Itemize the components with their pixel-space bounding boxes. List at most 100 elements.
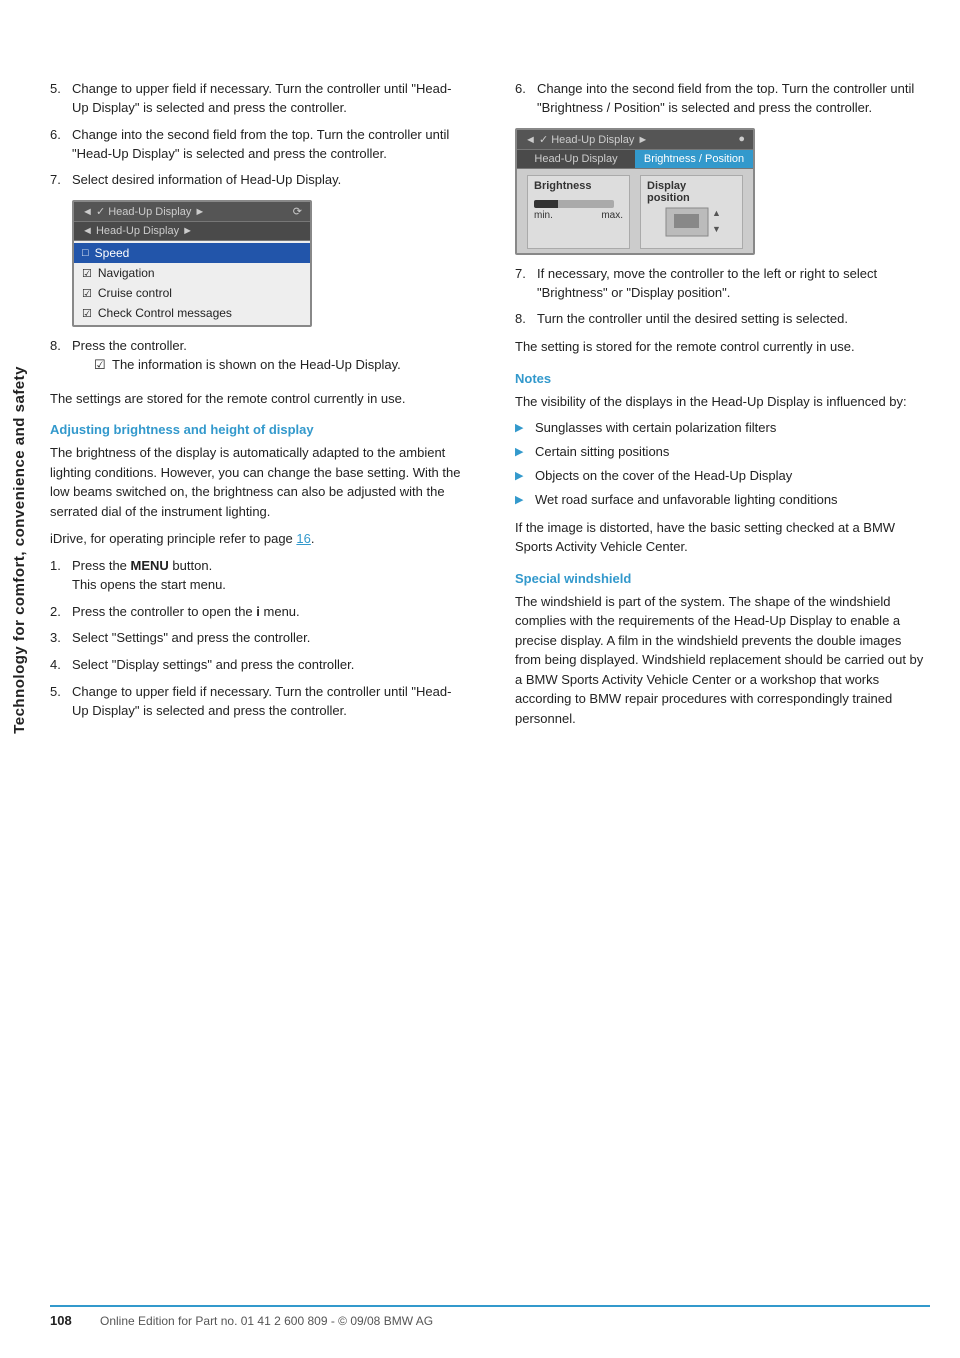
- step-text: Turn the controller until the desired se…: [537, 310, 848, 329]
- footer: 108 Online Edition for Part no. 01 41 2 …: [50, 1305, 930, 1328]
- notes-item-objects: ▶ Objects on the cover of the Head-Up Di…: [515, 467, 930, 486]
- step-text: Change into the second field from the to…: [72, 126, 465, 164]
- hud-cell-brightness: Brightness min. max.: [527, 175, 630, 249]
- hud-item-icon-speed: □: [82, 247, 89, 259]
- step-number: 3.: [50, 629, 72, 648]
- hud-nav-bar: ◄ Head-Up Display ►: [74, 222, 310, 241]
- bullet-icon: ▶: [515, 469, 531, 485]
- notes-heading: Notes: [515, 371, 930, 386]
- hud-item-cruise: ☑ Cruise control: [74, 283, 310, 303]
- hud-item-label-check-control: Check Control messages: [98, 306, 232, 320]
- step-5-top: 5. Change to upper field if necessary. T…: [50, 80, 465, 118]
- hud-right-cells-row: Brightness min. max. Displayposition: [527, 175, 743, 249]
- hud-nav-bar-text: ◄ Head-Up Display ►: [82, 225, 193, 237]
- step-text: Change to upper field if necessary. Turn…: [72, 683, 465, 721]
- step-number: 7.: [50, 171, 72, 190]
- hud-item-label-cruise: Cruise control: [98, 286, 172, 300]
- hud-right-topbar-text: ◄ ✓ Head-Up Display ►: [525, 133, 648, 146]
- svg-text:▼: ▼: [712, 224, 719, 234]
- hud-ui-mockup-left: ◄ ✓ Head-Up Display ► ⟳ ◄ Head-Up Displa…: [72, 200, 312, 327]
- note-after-step8: The settings are stored for the remote c…: [50, 389, 465, 409]
- step-text: Select "Display settings" and press the …: [72, 656, 354, 675]
- step-number: 5.: [50, 80, 72, 118]
- cell-label-brightness: Brightness: [534, 180, 623, 192]
- step-number: 7.: [515, 265, 537, 303]
- footer-copyright-text: Online Edition for Part no. 01 41 2 600 …: [100, 1314, 433, 1328]
- step-8-substep: ☑ The information is shown on the Head-U…: [94, 356, 401, 375]
- step-number: 8.: [50, 337, 72, 381]
- step-text: Change into the second field from the to…: [537, 80, 930, 118]
- slider-label-max: max.: [601, 210, 623, 221]
- step-text: Press the controller to open the i menu.: [72, 603, 300, 622]
- hud-item-speed: □ Speed: [74, 243, 310, 263]
- step-text: Select "Settings" and press the controll…: [72, 629, 310, 648]
- hud-right-body: Brightness min. max. Displayposition: [517, 169, 753, 253]
- sidebar-label: Technology for comfort, convenience and …: [0, 100, 38, 1000]
- bullet-icon: ▶: [515, 493, 531, 509]
- step-8-right: 8. Turn the controller until the desired…: [515, 310, 930, 329]
- svg-text:▲: ▲: [712, 208, 719, 218]
- hud-item-icon-navigation: ☑: [82, 267, 92, 280]
- hud-item-icon-cruise: ☑: [82, 287, 92, 300]
- step-1-bottom: 1. Press the MENU button.This opens the …: [50, 557, 465, 595]
- hud-tab-row: Head-Up Display Brightness / Position: [517, 150, 753, 169]
- step-8-left: 8. Press the controller. ☑ The informati…: [50, 337, 465, 381]
- hud-item-icon-check-control: ☑: [82, 307, 92, 320]
- step-text: Press the controller.: [72, 338, 187, 353]
- step-number: 2.: [50, 603, 72, 622]
- step-number: 6.: [515, 80, 537, 118]
- step-6-right: 6. Change into the second field from the…: [515, 80, 930, 118]
- hud-top-bar-icon: ⟳: [293, 205, 302, 218]
- hud-right-topbar-icon: ●: [738, 133, 745, 145]
- notes-intro: The visibility of the displays in the He…: [515, 392, 930, 412]
- notes-item-wet: ▶ Wet road surface and unfavorable light…: [515, 491, 930, 510]
- main-content: 5. Change to upper field if necessary. T…: [50, 80, 930, 736]
- footer-page-number: 108: [50, 1313, 90, 1328]
- step-number: 1.: [50, 557, 72, 595]
- hud-top-bar: ◄ ✓ Head-Up Display ► ⟳: [74, 202, 310, 222]
- distorted-note: If the image is distorted, have the basi…: [515, 518, 930, 557]
- notes-item-text: Sunglasses with certain polarization fil…: [535, 419, 776, 438]
- page-link[interactable]: 16: [296, 531, 310, 546]
- brightness-slider: [534, 200, 614, 208]
- step-number: 6.: [50, 126, 72, 164]
- step-text: Select desired information of Head-Up Di…: [72, 171, 341, 190]
- step-text: Change to upper field if necessary. Turn…: [72, 80, 465, 118]
- notes-item-text: Objects on the cover of the Head-Up Disp…: [535, 467, 792, 486]
- special-windshield-heading: Special windshield: [515, 571, 930, 586]
- step-number: 8.: [515, 310, 537, 329]
- brightness-body: The brightness of the display is automat…: [50, 443, 465, 521]
- step-number: 5.: [50, 683, 72, 721]
- hud-item-navigation: ☑ Navigation: [74, 263, 310, 283]
- step-3-bottom: 3. Select "Settings" and press the contr…: [50, 629, 465, 648]
- slider-labels: min. max.: [534, 210, 623, 221]
- hud-ui-mockup-right: ◄ ✓ Head-Up Display ► ● Head-Up Display …: [515, 128, 755, 255]
- sidebar-text-content: Technology for comfort, convenience and …: [11, 366, 28, 734]
- hud-tab-brightness-pos: Brightness / Position: [635, 150, 753, 168]
- step-4-bottom: 4. Select "Display settings" and press t…: [50, 656, 465, 675]
- notes-item-text: Wet road surface and unfavorable lightin…: [535, 491, 838, 510]
- step-text: Press the MENU button.This opens the sta…: [72, 557, 226, 595]
- idrive-reference: iDrive, for operating principle refer to…: [50, 529, 465, 549]
- bullet-icon: ▶: [515, 445, 531, 461]
- hud-items-list: □ Speed ☑ Navigation ☑ Cruise control: [74, 241, 310, 325]
- hud-item-label-navigation: Navigation: [98, 266, 155, 280]
- notes-list: ▶ Sunglasses with certain polarization f…: [515, 419, 930, 509]
- checkmark-icon: ☑: [94, 356, 112, 375]
- step-5-bottom: 5. Change to upper field if necessary. T…: [50, 683, 465, 721]
- bullet-icon: ▶: [515, 421, 531, 437]
- left-column: 5. Change to upper field if necessary. T…: [50, 80, 475, 736]
- step-text: If necessary, move the controller to the…: [537, 265, 930, 303]
- step-number: 4.: [50, 656, 72, 675]
- notes-item-sunglasses: ▶ Sunglasses with certain polarization f…: [515, 419, 930, 438]
- two-column-layout: 5. Change to upper field if necessary. T…: [50, 80, 930, 736]
- step-7-top: 7. Select desired information of Head-Up…: [50, 171, 465, 190]
- note-stored-right: The setting is stored for the remote con…: [515, 337, 930, 357]
- special-windshield-text: The windshield is part of the system. Th…: [515, 592, 930, 729]
- hud-item-check-control: ☑ Check Control messages: [74, 303, 310, 323]
- section-heading-brightness: Adjusting brightness and height of displ…: [50, 422, 465, 437]
- step-2-bottom: 2. Press the controller to open the i me…: [50, 603, 465, 622]
- cell-label-display-position: Displayposition: [647, 180, 736, 204]
- notes-item-text: Certain sitting positions: [535, 443, 669, 462]
- right-column: 6. Change into the second field from the…: [505, 80, 930, 736]
